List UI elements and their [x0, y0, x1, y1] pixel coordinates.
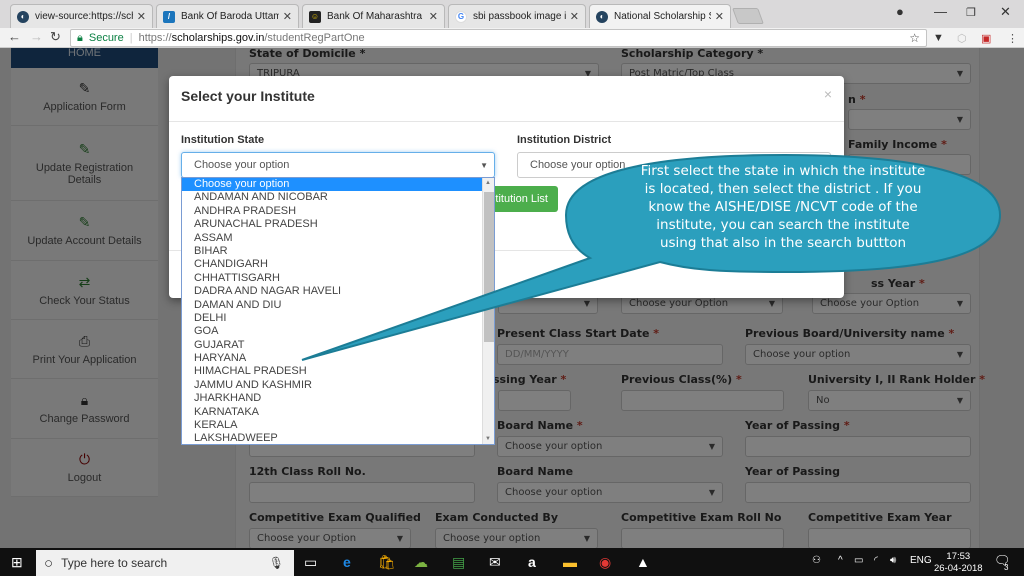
dropdown-option[interactable]: DAMAN AND DIU	[182, 299, 494, 312]
institution-district-label: Institution District	[517, 134, 612, 146]
dropdown-option[interactable]: HIMACHAL PRADESH	[182, 365, 494, 378]
dropdown-option[interactable]: DADRA AND NAGAR HAVELI	[182, 285, 494, 298]
menu-icon[interactable]: ⋮	[1007, 32, 1018, 45]
dropdown-option[interactable]: Choose your option	[182, 178, 494, 192]
photos-icon[interactable]: ▲	[636, 554, 650, 570]
browser-tab[interactable]: / Bank Of Baroda Uttam N ✕	[156, 4, 299, 28]
callout-text: First select the state in which the inst…	[640, 163, 926, 251]
lock-icon: 🔒︎	[77, 31, 83, 44]
dropdown-option[interactable]: ANDHRA PRADESH	[182, 205, 494, 218]
url-host: scholarships.gov.in	[171, 32, 265, 44]
close-tab-icon[interactable]: ✕	[283, 10, 292, 23]
dropdown-option[interactable]: KERALA	[182, 419, 494, 432]
minimize-icon[interactable]: —	[934, 4, 947, 19]
scrollbar-thumb[interactable]	[484, 192, 494, 342]
scholarship-favicon-icon: ◐	[17, 10, 29, 23]
microphone-icon[interactable]: 🎙︎	[269, 556, 284, 570]
battery-icon[interactable]: ▭	[854, 555, 863, 566]
restore-icon[interactable]: ❐	[966, 6, 976, 19]
bank-of-maharashtra-favicon-icon: ☺	[309, 10, 321, 23]
dropdown-option[interactable]: ARUNACHAL PRADESH	[182, 218, 494, 231]
page-content: HOME ✎ Application Form ✎ Update Registr…	[0, 48, 1024, 548]
wifi-icon[interactable]: ◜	[874, 555, 878, 566]
scroll-up-icon[interactable]: ▲	[485, 180, 491, 186]
people-icon[interactable]: ⚇	[812, 555, 821, 566]
institution-state-select[interactable]: Choose your option ▼	[181, 152, 495, 178]
show-hidden-icons[interactable]: ^	[838, 555, 843, 566]
browser-tab[interactable]: G sbi passbook image in jp ✕	[448, 4, 586, 28]
shield-extension-icon[interactable]: ⬡	[957, 32, 967, 45]
modal-title: Select your Institute	[181, 88, 315, 104]
close-tab-icon[interactable]: ✕	[137, 10, 146, 23]
task-view-icon[interactable]: ▭	[304, 554, 317, 571]
dropdown-option[interactable]: CHHATTISGARH	[182, 272, 494, 285]
google-favicon-icon: G	[455, 10, 467, 23]
url-path: /studentRegPartOne	[264, 32, 365, 44]
divider: |	[129, 32, 133, 44]
calendar-extension-icon[interactable]: ▣	[981, 32, 991, 45]
institution-state-dropdown[interactable]: Choose your option ANDAMAN AND NICOBAR AND…	[181, 177, 495, 445]
close-icon[interactable]: ×	[824, 86, 832, 102]
browser-tab-active[interactable]: ◐ National Scholarship Sch ✕	[589, 4, 731, 28]
close-tab-icon[interactable]: ✕	[715, 10, 724, 23]
dropdown-option[interactable]: ASSAM	[182, 232, 494, 245]
browser-tab[interactable]: ◐ view-source:https://scho ✕	[10, 4, 153, 28]
pocket-extension-icon[interactable]: ▼	[933, 32, 944, 44]
cortana-icon: ○	[44, 554, 54, 572]
close-tab-icon[interactable]: ✕	[429, 10, 438, 23]
browser-tab-strip: ◐ view-source:https://scho ✕ / Bank Of B…	[0, 0, 1024, 28]
volume-icon[interactable]: 🔊︎	[890, 555, 896, 566]
get-institution-list-button[interactable]: stitution List	[487, 186, 558, 212]
dropdown-option[interactable]: CHANDIGARH	[182, 258, 494, 271]
chevron-down-icon: ▼	[480, 160, 488, 170]
file-explorer-icon[interactable]: ▬	[563, 554, 577, 570]
scroll-down-icon[interactable]: ▼	[485, 436, 491, 442]
edge-icon[interactable]: e	[343, 554, 351, 570]
dropdown-option[interactable]: GOA	[182, 325, 494, 338]
close-window-icon[interactable]: ✕	[1000, 4, 1011, 20]
dropdown-scrollbar[interactable]: ▲ ▼	[482, 178, 494, 444]
scholarship-favicon-icon: ◐	[596, 10, 608, 23]
dropdown-option[interactable]: BIHAR	[182, 245, 494, 258]
taskbar-clock[interactable]: 17:53 26-04-2018	[934, 551, 983, 575]
language-indicator[interactable]: ENG	[910, 555, 932, 566]
store-icon[interactable]: 🛍︎	[378, 554, 396, 571]
dropdown-option[interactable]: LAKSHADWEEP	[182, 432, 494, 444]
bookmark-star-icon[interactable]: ☆	[909, 31, 920, 45]
dropdown-option[interactable]: GUJARAT	[182, 339, 494, 352]
mail-icon[interactable]: ✉	[489, 554, 501, 571]
close-tab-icon[interactable]: ✕	[570, 10, 579, 23]
dropdown-options: Choose your option ANDAMAN AND NICOBAR AND…	[182, 178, 494, 444]
url-scheme: https://	[138, 32, 172, 44]
bank-of-baroda-favicon-icon: /	[163, 10, 175, 23]
back-icon[interactable]: ←	[8, 29, 21, 44]
institution-state-label: Institution State	[181, 134, 265, 146]
chrome-icon[interactable]: ◉	[599, 554, 611, 571]
amazon-icon[interactable]: a	[528, 554, 536, 570]
address-bar[interactable]: 🔒︎ Secure | https:// scholarships.gov.in…	[70, 29, 927, 47]
windows-start-icon[interactable]: ⊞	[11, 554, 23, 571]
divider	[169, 121, 844, 122]
dropdown-option[interactable]: JHARKHAND	[182, 392, 494, 405]
notes-app-icon[interactable]: ▤	[452, 554, 465, 571]
dropdown-option[interactable]: JAMMU AND KASHMIR	[182, 379, 494, 392]
new-tab-button[interactable]	[732, 8, 764, 24]
reload-icon[interactable]: ↻	[50, 29, 61, 45]
dropdown-option[interactable]: DELHI	[182, 312, 494, 325]
dropdown-option[interactable]: HARYANA	[182, 352, 494, 365]
browser-tab[interactable]: ☺ Bank Of Maharashtra De ✕	[302, 4, 445, 28]
cloud-app-icon[interactable]: ☁	[414, 554, 428, 571]
dropdown-option[interactable]: ANDAMAN AND NICOBAR	[182, 191, 494, 204]
dropdown-option[interactable]: KARNATAKA	[182, 406, 494, 419]
taskbar-search[interactable]: ○ Type here to search 🎙︎	[36, 550, 294, 576]
profile-icon[interactable]: ●	[896, 4, 904, 19]
secure-label: Secure	[88, 32, 124, 44]
notification-count: 3	[1004, 563, 1009, 572]
forward-icon[interactable]: →	[30, 29, 43, 44]
